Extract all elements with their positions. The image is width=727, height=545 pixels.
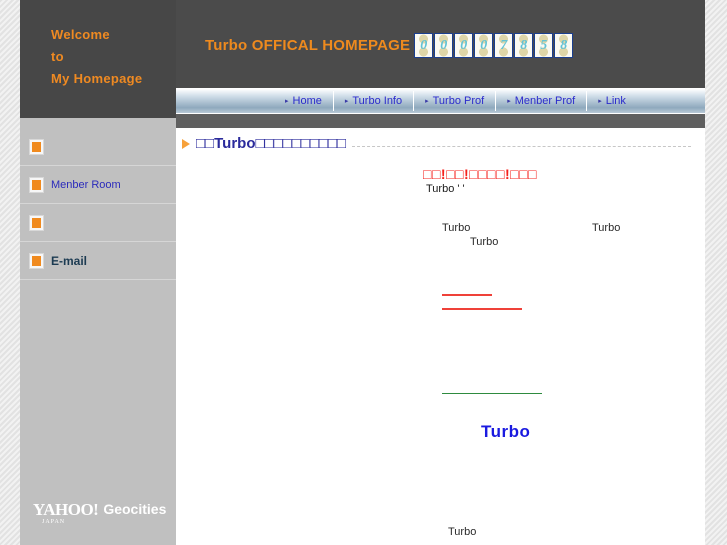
nav-item-turbo-info[interactable]: ▸ Turbo Info — [334, 91, 415, 111]
nav-item-turbo-prof[interactable]: ▸ Turbo Prof — [414, 91, 497, 111]
counter-digit: 0 — [434, 33, 454, 58]
chevron-right-icon: ▸ — [507, 97, 511, 105]
sidebar-item-1[interactable] — [20, 128, 176, 166]
nav-item-turbo-info-label: Turbo Info — [352, 95, 403, 107]
counter-digit: 5 — [534, 33, 554, 58]
red-announcement: □□!□□!□□□□!□□□ — [423, 166, 538, 182]
counter-digit: 0 — [474, 33, 494, 58]
content-headline-row: □□Turbo□□□□□□□□□□ — [182, 135, 691, 152]
nav-item-turbo-prof-label: Turbo Prof — [432, 95, 485, 107]
welcome-line-3: My Homepage — [51, 71, 143, 86]
chevron-right-icon: ▸ — [344, 97, 349, 105]
broken-image-icon — [29, 176, 44, 193]
main-column: Turbo OFFICAL HOMEPAGE 0 0 0 0 7 8 5 8 ▸… — [176, 0, 705, 545]
content-headline: □□Turbo□□□□□□□□□□ — [196, 135, 347, 152]
sidebar: Welcome to My Homepage Menber Room E-mai… — [20, 0, 176, 545]
geocities-wordmark: Geocities — [103, 501, 167, 517]
red-rule-long — [442, 308, 522, 310]
site-banner: Turbo OFFICAL HOMEPAGE 0 0 0 0 7 8 5 8 — [176, 0, 705, 88]
counter-digit: 0 — [414, 33, 434, 58]
broken-image-icon — [29, 252, 44, 269]
chevron-right-icon: ▸ — [598, 97, 602, 105]
nav-item-link[interactable]: ▸ Link — [587, 91, 637, 111]
yahoo-geocities-logo: YAHOO! JAPAN Geocities — [33, 501, 173, 525]
nav-item-menber-prof-label: Menber Prof — [514, 95, 576, 107]
counter-digit: 8 — [554, 33, 574, 58]
nav-item-link-label: Link — [605, 95, 626, 107]
body-text-1: Turbo — [442, 222, 471, 234]
counter-digit: 7 — [494, 33, 514, 58]
red-rule-short — [442, 294, 492, 296]
nav-item-menber-prof[interactable]: ▸ Menber Prof — [496, 91, 588, 111]
sub-announcement: Turbo ' ' — [426, 183, 465, 195]
chevron-right-icon: ▸ — [425, 97, 429, 105]
counter-digit: 8 — [514, 33, 534, 58]
triangle-right-icon — [182, 138, 190, 149]
broken-image-icon — [29, 139, 44, 155]
body-text-2: Turbo — [592, 222, 621, 234]
welcome-banner: Welcome to My Homepage — [20, 0, 176, 118]
body-text-3: Turbo — [470, 236, 499, 248]
welcome-line-1: Welcome — [51, 27, 110, 42]
page-layout: Welcome to My Homepage Menber Room E-mai… — [20, 0, 705, 545]
chevron-right-icon: ▸ — [285, 97, 289, 105]
broken-image-icon — [29, 214, 44, 231]
sidebar-menu: Menber Room E-mail — [20, 128, 176, 280]
headline-divider — [352, 145, 691, 148]
nav-shadow-strip — [176, 114, 705, 128]
counter-digit: 0 — [454, 33, 474, 58]
hit-counter: 0 0 0 0 7 8 5 8 — [414, 33, 574, 58]
nav-item-home[interactable]: ▸ Home — [274, 91, 334, 111]
sidebar-item-menber-room[interactable]: Menber Room — [20, 166, 176, 204]
yahoo-logo-text: YAHOO! JAPAN — [33, 501, 99, 525]
green-rule — [442, 393, 542, 394]
main-navigation: ▸ Home ▸ Turbo Info ▸ Turbo Prof ▸ Menbe… — [176, 88, 705, 114]
sidebar-item-menber-room-label: Menber Room — [51, 178, 121, 191]
sidebar-item-email[interactable]: E-mail — [20, 242, 176, 280]
site-title: Turbo OFFICAL HOMEPAGE — [205, 37, 411, 54]
welcome-line-2: to — [51, 49, 64, 64]
content-area: □□Turbo□□□□□□□□□□ □□!□□!□□□□!□□□ Turbo '… — [176, 128, 705, 545]
sidebar-item-email-label: E-mail — [51, 253, 88, 268]
blue-heading: Turbo — [481, 422, 531, 441]
nav-item-home-label: Home — [292, 95, 322, 107]
body-text-bottom: Turbo — [448, 526, 477, 538]
yahoo-japan-subtext: JAPAN — [42, 519, 66, 525]
sidebar-item-3[interactable] — [20, 204, 176, 242]
